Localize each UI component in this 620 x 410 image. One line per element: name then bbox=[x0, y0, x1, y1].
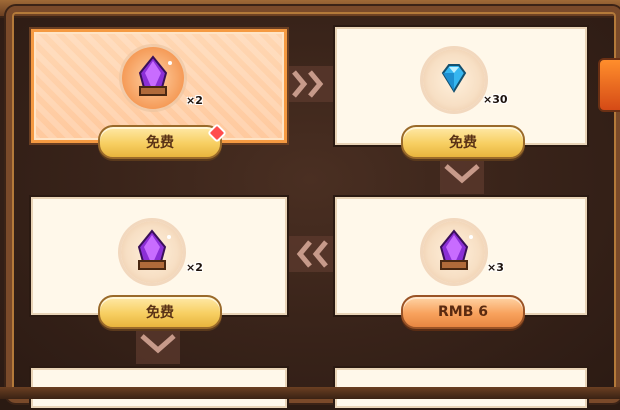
purple-crystal-icon bbox=[439, 229, 473, 270]
arrow-right-icon bbox=[286, 66, 334, 102]
claim-free-button[interactable]: 免费 bbox=[98, 295, 222, 329]
claim-free-button[interactable]: 免费 bbox=[98, 125, 222, 159]
purple-crystal-icon bbox=[138, 55, 172, 96]
item-quantity: ×3 bbox=[487, 261, 504, 274]
item-quantity: ×30 bbox=[483, 93, 508, 106]
frame-bottom-border bbox=[0, 387, 620, 399]
arrow-left-icon bbox=[286, 236, 334, 272]
buy-button[interactable]: RMB 6 bbox=[401, 295, 525, 329]
item-slot bbox=[423, 221, 485, 283]
blue-diamond-icon bbox=[441, 64, 467, 93]
item-slot bbox=[423, 49, 485, 111]
claim-free-button[interactable]: 免费 bbox=[401, 125, 525, 159]
side-event-icon[interactable] bbox=[598, 58, 620, 112]
item-quantity: ×2 bbox=[186, 94, 203, 107]
item-slot bbox=[121, 221, 183, 283]
purple-crystal-icon bbox=[137, 229, 171, 270]
item-quantity: ×2 bbox=[186, 261, 203, 274]
item-slot bbox=[122, 47, 184, 109]
